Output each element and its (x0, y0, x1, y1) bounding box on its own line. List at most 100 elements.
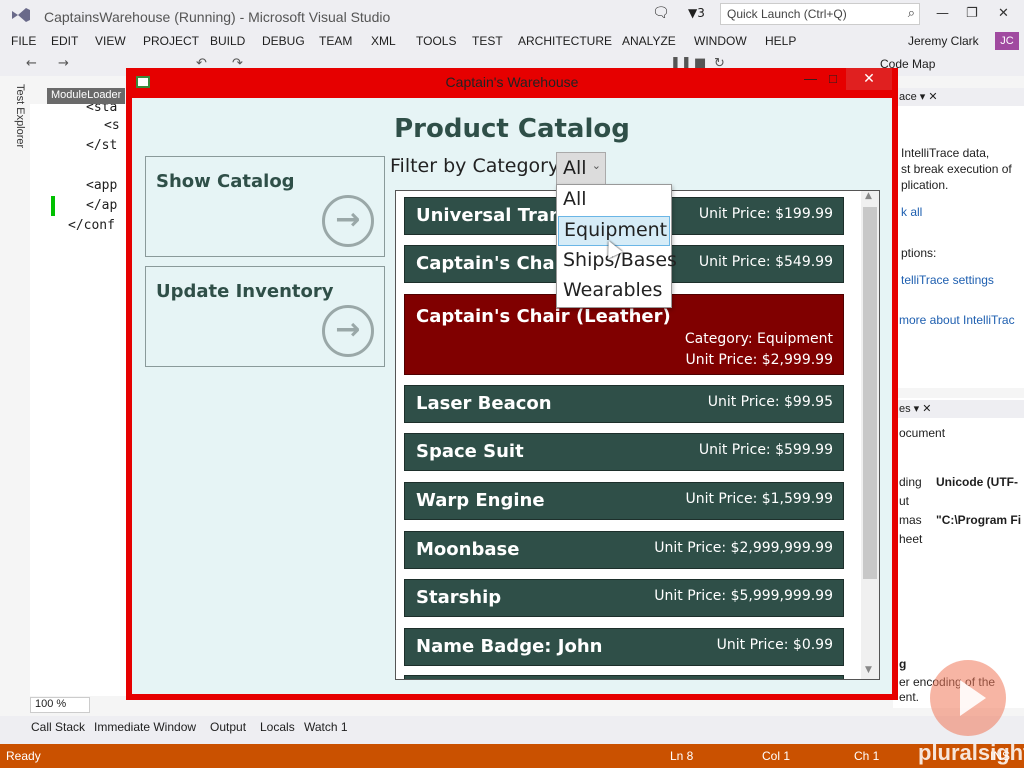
scroll-up-icon[interactable]: ▲ (865, 191, 872, 201)
scrollbar[interactable]: ▲ ▼ (861, 191, 879, 679)
property-name: ut (899, 494, 910, 508)
intellitrace-pane: ace ▾ ✕ IntelliTrace data, st break exec… (893, 88, 1024, 388)
product-price: Unit Price: $1,599.99 (685, 491, 833, 507)
status-line: Ln 8 (670, 749, 694, 763)
zoom-select[interactable]: 100 % (30, 697, 90, 713)
product-price: Unit Price: $2,999,999.99 (654, 540, 833, 556)
pane-text: IntelliTrace data, (901, 146, 990, 160)
quick-launch-placeholder: Quick Launch (Ctrl+Q) (727, 7, 847, 21)
pane-link[interactable]: telliTrace settings (901, 273, 994, 287)
menu-architecture[interactable]: ARCHITECTURE (518, 34, 612, 48)
code-line: </st (86, 138, 118, 153)
window-title: CaptainsWarehouse (Running) - Microsoft … (44, 9, 391, 25)
quick-launch-input[interactable]: Quick Launch (Ctrl+Q) ⌕ (720, 3, 920, 25)
pluralsight-play-icon (930, 660, 1006, 736)
pane-text: ptions: (901, 246, 937, 260)
menu-edit[interactable]: EDIT (51, 34, 78, 48)
properties-object-dropdown[interactable]: ocument (899, 426, 945, 440)
code-line: </ap (86, 198, 118, 213)
avatar[interactable]: JC (995, 32, 1019, 50)
product-price: Unit Price: $2,999.99 (685, 352, 833, 368)
menu-view[interactable]: VIEW (95, 34, 126, 48)
code-line: <s (104, 118, 120, 133)
list-item[interactable]: Laser Beacon Unit Price: $99.95 (404, 385, 844, 423)
list-item[interactable] (404, 675, 844, 679)
menu-help[interactable]: HELP (765, 34, 796, 48)
property-value[interactable]: "C:\Program Fi (936, 513, 1021, 527)
status-bar: Ready Ln 8 Col 1 Ch 1 INS (0, 744, 1024, 768)
maximize-icon[interactable]: □ (829, 71, 837, 86)
menu-analyze[interactable]: ANALYZE (622, 34, 676, 48)
menu-window[interactable]: WINDOW (694, 34, 747, 48)
app-window-title: Captain's Warehouse (445, 74, 579, 90)
app-titlebar: Captain's Warehouse — □ ✕ (126, 68, 898, 96)
status-ch: Ch 1 (854, 749, 880, 763)
change-marker (51, 196, 55, 216)
feedback-filter-icon[interactable]: ▼3 (688, 6, 705, 20)
list-item[interactable]: Moonbase Unit Price: $2,999,999.99 (404, 531, 844, 569)
status-text: Ready (6, 749, 41, 763)
show-catalog-button[interactable]: Show Catalog → (145, 156, 385, 257)
list-item[interactable]: Name Badge: John Unit Price: $0.99 (404, 628, 844, 666)
test-explorer-tab[interactable]: Test Explorer (6, 84, 26, 164)
category-filter-value: All (563, 157, 587, 179)
watermark: pluralsight (918, 740, 1024, 765)
tab-immediate-window[interactable]: Immediate Window (94, 720, 196, 734)
vs-titlebar: CaptainsWarehouse (Running) - Microsoft … (0, 0, 1024, 30)
product-name: Captain's Chair (416, 253, 570, 274)
tab-watch-1[interactable]: Watch 1 (304, 720, 348, 734)
nav-tile-label: Update Inventory (156, 281, 334, 302)
back-icon[interactable]: ← (26, 56, 37, 71)
product-name: Starship (416, 587, 502, 608)
pane-link[interactable]: more about IntelliTrac (899, 313, 1015, 327)
dropdown-option-wearables[interactable]: Wearables (558, 277, 670, 307)
close-icon[interactable]: ✕ (846, 68, 892, 90)
notifications-icon[interactable]: 🗨 (652, 5, 670, 21)
tab-locals[interactable]: Locals (260, 720, 295, 734)
list-item[interactable]: Warp Engine Unit Price: $1,599.99 (404, 482, 844, 520)
property-section-title: g (899, 657, 907, 671)
product-category: Category: Equipment (684, 331, 833, 347)
category-filter-select[interactable]: All ⌄ (556, 152, 606, 186)
user-name[interactable]: Jeremy Clark (908, 34, 979, 48)
pane-link[interactable]: k all (901, 205, 922, 219)
minimize-icon[interactable]: — (936, 6, 949, 21)
product-price: Unit Price: $599.99 (698, 442, 833, 458)
minimize-icon[interactable]: — (804, 71, 817, 86)
menu-project[interactable]: PROJECT (143, 34, 199, 48)
tab-output[interactable]: Output (210, 720, 246, 734)
notification-count: 3 (697, 6, 705, 20)
arrow-right-icon: → (322, 305, 374, 357)
menu-file[interactable]: FILE (11, 34, 36, 48)
menu-team[interactable]: TEAM (319, 34, 352, 48)
menu-xml[interactable]: XML (371, 34, 396, 48)
product-price: Unit Price: $549.99 (698, 254, 833, 270)
close-icon[interactable]: ✕ (998, 6, 1009, 21)
chevron-down-icon: ⌄ (591, 159, 601, 172)
restore-icon[interactable]: ❐ (966, 6, 978, 21)
menu-debug[interactable]: DEBUG (262, 34, 305, 48)
list-item[interactable]: Starship Unit Price: $5,999,999.99 (404, 579, 844, 617)
visual-studio-logo-icon (12, 8, 30, 22)
tab-call-stack[interactable]: Call Stack (31, 720, 85, 734)
bottom-tool-tabs: Call Stack Immediate Window Output Local… (0, 716, 1024, 744)
product-name: Moonbase (416, 539, 520, 560)
menu-build[interactable]: BUILD (210, 34, 245, 48)
property-value[interactable]: Unicode (UTF- (936, 475, 1018, 489)
update-inventory-button[interactable]: Update Inventory → (145, 266, 385, 367)
code-editor[interactable]: <sta <s </st <app </ap </conf (30, 100, 130, 696)
property-name: mas (899, 513, 922, 527)
nav-tile-label: Show Catalog (156, 171, 295, 192)
menu-test[interactable]: TEST (472, 34, 503, 48)
menu-tools[interactable]: TOOLS (416, 34, 456, 48)
product-name: Universal Trans (416, 205, 573, 226)
page-title: Product Catalog (394, 114, 630, 144)
scroll-down-icon[interactable]: ▼ (865, 665, 872, 675)
property-name: heet (899, 532, 923, 546)
dropdown-option-all[interactable]: All (558, 186, 670, 216)
scroll-thumb[interactable] (863, 207, 877, 579)
list-item[interactable]: Space Suit Unit Price: $599.99 (404, 433, 844, 471)
menu-bar: FILE EDIT VIEW PROJECT BUILD DEBUG TEAM … (0, 30, 1024, 52)
editor-tab[interactable]: ModuleLoader (47, 88, 125, 104)
forward-icon[interactable]: → (58, 56, 69, 71)
